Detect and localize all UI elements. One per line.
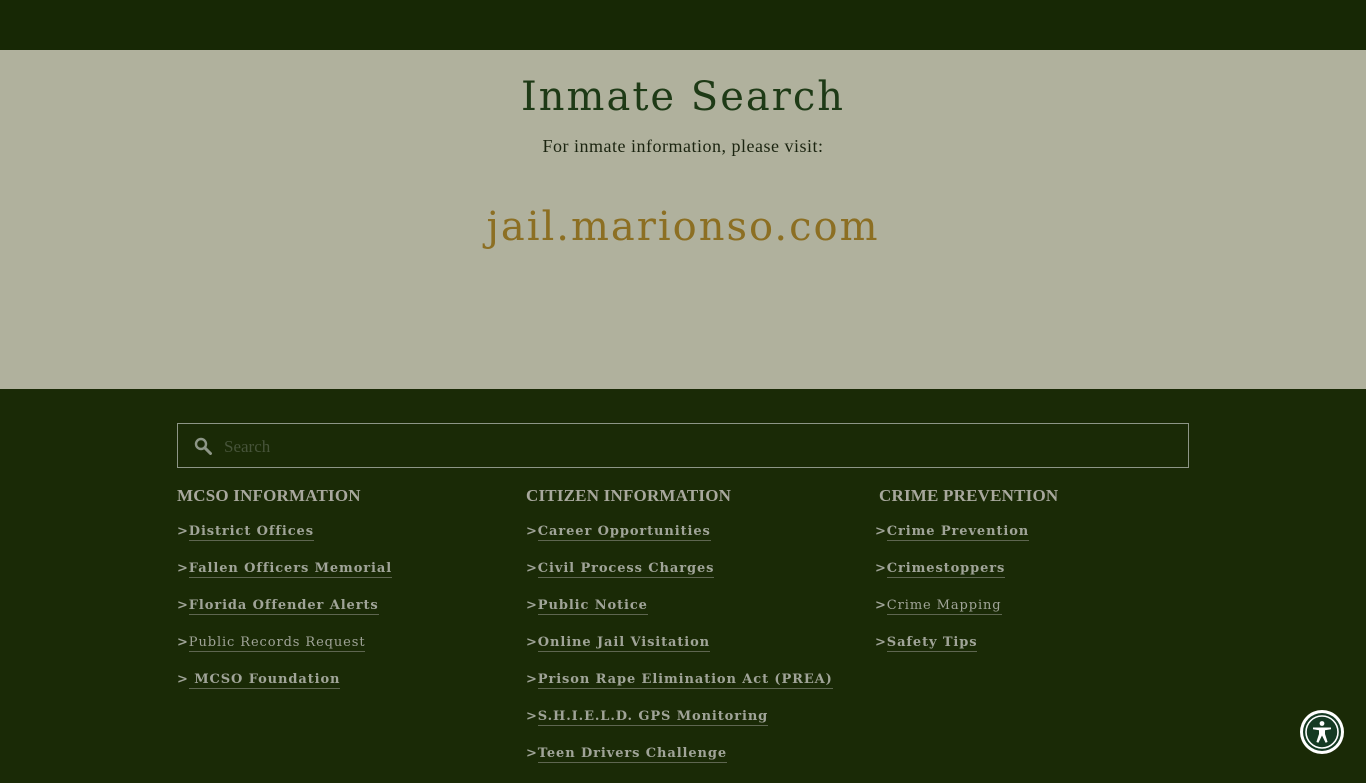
link-florida-offender-alerts[interactable]: Florida Offender Alerts (188, 598, 379, 615)
list-item: >Fallen Officers Memorial (177, 561, 393, 578)
column-heading: MCSO INFORMATION (177, 486, 361, 505)
list-item: >Crimestoppers (875, 561, 1006, 578)
link-crime-prevention[interactable]: Crime Prevention (886, 524, 1030, 541)
search-input[interactable] (222, 424, 1176, 469)
link-civil-process-charges[interactable]: Civil Process Charges (537, 561, 715, 578)
footer: MCSO INFORMATION >District Offices >Fall… (0, 389, 1366, 768)
link-fallen-officers-memorial[interactable]: Fallen Officers Memorial (188, 561, 393, 578)
link-list: >District Offices >Fallen Officers Memor… (177, 524, 393, 709)
list-item: >Public Notice (526, 598, 648, 615)
list-item: >Teen Drivers Challenge (526, 746, 728, 763)
link-prea[interactable]: Prison Rape Elimination Act (PREA) (537, 672, 833, 689)
mcso-information-column: MCSO INFORMATION >District Offices >Fall… (177, 486, 393, 709)
search-icon (194, 437, 212, 455)
list-item: >Online Jail Visitation (526, 635, 711, 652)
jail-site-link[interactable]: jail.marionso.com (0, 204, 1366, 250)
link-shield-gps-monitoring[interactable]: S.H.I.E.L.D. GPS Monitoring (537, 709, 769, 726)
list-item: >Prison Rape Elimination Act (PREA) (526, 672, 833, 689)
page-title: Inmate Search (520, 74, 845, 120)
search-bar (177, 423, 1189, 469)
list-item: >Safety Tips (875, 635, 978, 652)
inmate-search-section: Inmate Search For inmate information, pl… (0, 50, 1366, 389)
citizen-information-column: CITIZEN INFORMATION >Career Opportunitie… (526, 486, 833, 783)
link-public-records-request[interactable]: Public Records Request (188, 635, 366, 652)
link-crime-mapping[interactable]: Crime Mapping (886, 598, 1002, 615)
list-item: >Florida Offender Alerts (177, 598, 379, 615)
list-item: >Public Records Request (177, 635, 366, 652)
link-crimestoppers[interactable]: Crimestoppers (886, 561, 1006, 578)
link-list: >Crime Prevention >Crimestoppers >Crime … (875, 524, 1058, 672)
crime-prevention-column: CRIME PREVENTION >Crime Prevention >Crim… (875, 486, 1058, 672)
list-item: >S.H.I.E.L.D. GPS Monitoring (526, 709, 769, 726)
list-item: >District Offices (177, 524, 314, 541)
column-heading: CITIZEN INFORMATION (526, 486, 732, 505)
link-online-jail-visitation[interactable]: Online Jail Visitation (537, 635, 711, 652)
list-item: >Civil Process Charges (526, 561, 715, 578)
link-safety-tips[interactable]: Safety Tips (886, 635, 978, 652)
list-item: >Crime Prevention (875, 524, 1030, 541)
top-bar (0, 0, 1366, 50)
list-item: >Career Opportunities (526, 524, 711, 541)
link-teen-drivers-challenge[interactable]: Teen Drivers Challenge (537, 746, 728, 763)
list-item: >Crime Mapping (875, 598, 1002, 615)
link-mcso-foundation[interactable]: MCSO Foundation (188, 672, 341, 689)
accessibility-button-inner (1303, 713, 1341, 751)
link-list: >Career Opportunities >Civil Process Cha… (526, 524, 833, 783)
accessibility-button[interactable] (1300, 710, 1344, 754)
link-career-opportunities[interactable]: Career Opportunities (537, 524, 711, 541)
link-public-notice[interactable]: Public Notice (537, 598, 648, 615)
accessibility-icon (1305, 715, 1339, 749)
column-heading: CRIME PREVENTION (879, 486, 1059, 505)
link-district-offices[interactable]: District Offices (188, 524, 314, 541)
list-item: > MCSO Foundation (177, 672, 341, 689)
inmate-info-text: For inmate information, please visit: (542, 136, 824, 156)
